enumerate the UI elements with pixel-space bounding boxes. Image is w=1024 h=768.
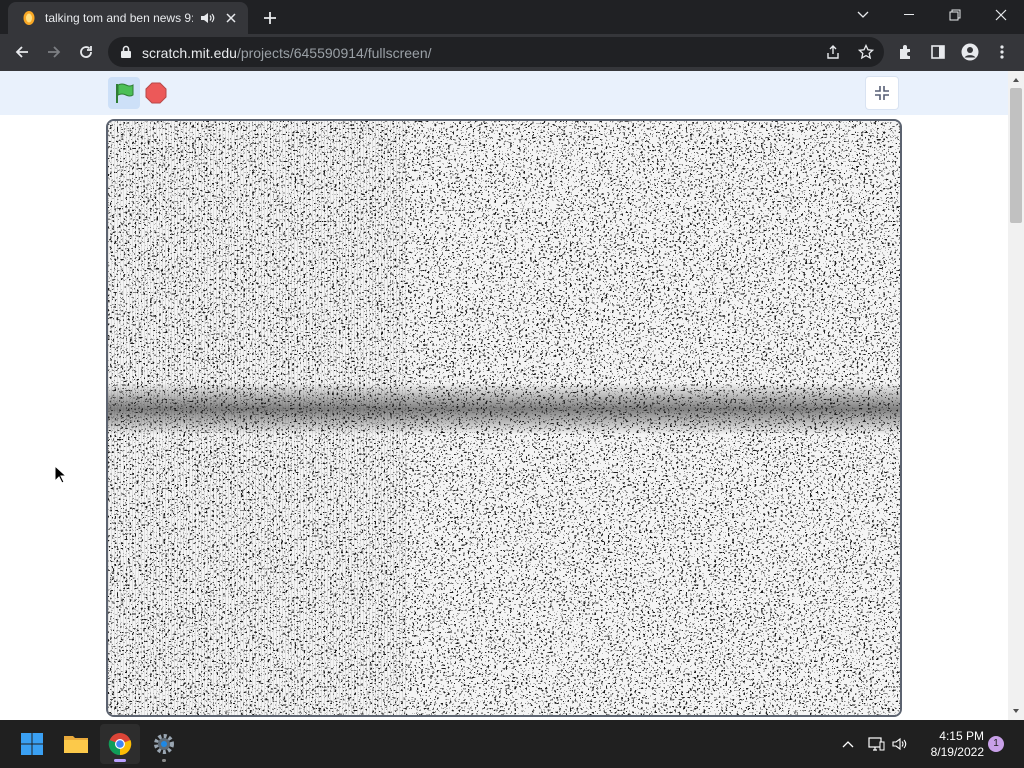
volume-button[interactable] bbox=[890, 734, 910, 754]
profile-icon bbox=[961, 43, 979, 61]
chrome-menu-button[interactable] bbox=[988, 38, 1016, 66]
url-path: /projects/645590914/fullscreen/ bbox=[236, 45, 432, 61]
scroll-up-icon[interactable] bbox=[1012, 76, 1020, 84]
lock-icon[interactable] bbox=[120, 45, 132, 59]
windows-taskbar: 4:15 PM 8/19/2022 1 bbox=[0, 720, 1024, 768]
arrow-left-icon bbox=[15, 46, 28, 58]
url-text: scratch.mit.edu/projects/645590914/fulls… bbox=[142, 45, 432, 61]
chevron-up-icon bbox=[842, 741, 854, 748]
tab-title: talking tom and ben news 9: bbox=[45, 11, 193, 25]
green-flag-button[interactable] bbox=[108, 77, 140, 109]
scroll-down-icon[interactable] bbox=[1012, 707, 1020, 715]
running-app-indicator bbox=[162, 759, 166, 762]
green-flag-icon bbox=[116, 83, 134, 103]
start-button[interactable] bbox=[12, 724, 52, 764]
more-vertical-icon bbox=[1000, 45, 1004, 59]
arrow-right-icon bbox=[48, 46, 61, 58]
forward-button[interactable] bbox=[40, 38, 68, 66]
mouse-cursor-icon bbox=[54, 465, 66, 484]
browser-tab[interactable]: talking tom and ben news 9: bbox=[8, 2, 248, 34]
notification-badge[interactable]: 1 bbox=[988, 736, 1004, 752]
side-panel-icon bbox=[931, 45, 945, 59]
share-button[interactable] bbox=[824, 43, 842, 61]
start-icon bbox=[21, 733, 43, 755]
clock-time: 4:15 PM bbox=[939, 729, 984, 743]
tv-static-noise bbox=[108, 121, 900, 715]
scratch-fullscreen-page bbox=[0, 71, 1008, 720]
scratch-favicon-icon bbox=[23, 11, 35, 25]
clock-date: 8/19/2022 bbox=[930, 745, 984, 759]
minimize-icon bbox=[904, 14, 914, 15]
chevron-down-icon bbox=[857, 11, 869, 18]
tab-close-icon[interactable] bbox=[223, 10, 239, 26]
tab-search-button[interactable] bbox=[840, 0, 886, 30]
file-explorer-icon bbox=[64, 736, 88, 753]
browser-toolbar: scratch.mit.edu/projects/645590914/fulls… bbox=[0, 34, 1024, 71]
minimize-button[interactable] bbox=[886, 0, 932, 30]
puzzle-icon bbox=[900, 45, 910, 59]
page-scrollbar[interactable] bbox=[1008, 71, 1024, 720]
url-host: scratch.mit.edu bbox=[142, 45, 237, 61]
volume-icon bbox=[892, 737, 907, 751]
restore-icon bbox=[949, 9, 961, 21]
project-stage[interactable] bbox=[106, 119, 902, 717]
active-app-indicator bbox=[114, 759, 126, 762]
taskbar-clock[interactable]: 4:15 PM 8/19/2022 bbox=[914, 728, 984, 760]
stop-icon[interactable] bbox=[145, 82, 167, 104]
settings-icon bbox=[154, 734, 174, 754]
reload-button[interactable] bbox=[72, 38, 100, 66]
unfullscreen-icon bbox=[875, 86, 889, 100]
show-hidden-icons-button[interactable] bbox=[838, 734, 858, 754]
side-panel-button[interactable] bbox=[924, 38, 952, 66]
new-tab-button[interactable] bbox=[259, 7, 281, 29]
network-icon bbox=[868, 737, 885, 751]
bookmark-button[interactable] bbox=[857, 43, 875, 61]
chrome-icon bbox=[108, 733, 132, 756]
player-controls-bar bbox=[0, 71, 1008, 115]
scroll-thumb[interactable] bbox=[1010, 88, 1022, 223]
reload-icon bbox=[80, 46, 92, 58]
taskbar-chrome[interactable] bbox=[100, 724, 140, 764]
back-button[interactable] bbox=[8, 38, 36, 66]
taskbar-settings[interactable] bbox=[144, 724, 184, 764]
network-button[interactable] bbox=[866, 734, 886, 754]
extensions-button[interactable] bbox=[892, 38, 920, 66]
tab-audio-icon[interactable] bbox=[199, 10, 217, 26]
star-icon bbox=[858, 44, 874, 60]
browser-tab-strip: talking tom and ben news 9: bbox=[0, 0, 1024, 34]
taskbar-file-explorer[interactable] bbox=[56, 724, 96, 764]
exit-fullscreen-button[interactable] bbox=[865, 76, 899, 110]
profile-button[interactable] bbox=[956, 38, 984, 66]
close-icon bbox=[995, 9, 1007, 21]
restore-button[interactable] bbox=[932, 0, 978, 30]
close-window-button[interactable] bbox=[978, 0, 1024, 30]
share-icon bbox=[827, 45, 839, 59]
plus-icon bbox=[264, 12, 276, 24]
address-bar[interactable]: scratch.mit.edu/projects/645590914/fulls… bbox=[108, 37, 884, 67]
